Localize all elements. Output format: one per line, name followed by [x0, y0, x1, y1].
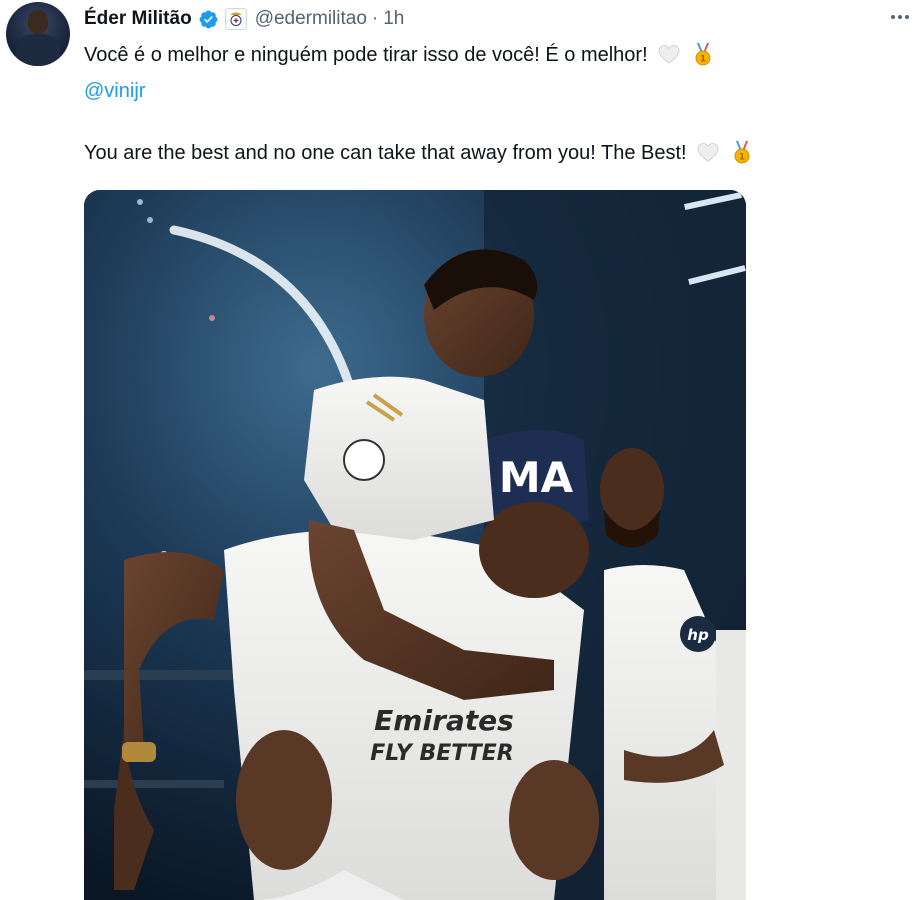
more-horizontal-icon[interactable]: [890, 10, 910, 24]
real-madrid-crest-icon[interactable]: [224, 8, 247, 30]
mention-link[interactable]: @vinijr: [84, 80, 145, 102]
gold-medal-icon: 1: [691, 42, 715, 66]
tweet-header: Éder Militão @edermilitao · 1h: [84, 6, 404, 32]
tweet-text-english-line: You are the best and no one can take tha…: [84, 140, 754, 166]
white-heart-icon: [696, 140, 720, 164]
white-heart-icon: [657, 42, 681, 66]
stage-rail: [84, 780, 224, 788]
author-display-name[interactable]: Éder Militão: [84, 8, 192, 30]
svg-text:1: 1: [739, 153, 745, 163]
svg-text:hp: hp: [687, 626, 709, 644]
header-separator: ·: [371, 8, 379, 29]
bokeh-light: [147, 217, 153, 223]
svg-text:1: 1: [700, 55, 706, 65]
tweet-text-portuguese: Você é o melhor e ninguém pode tirar iss…: [84, 44, 648, 66]
headband-text: MA: [499, 453, 574, 502]
author-handle[interactable]: @edermilitao: [255, 8, 367, 30]
verified-badge-icon: [198, 9, 219, 30]
avatar-head-shape: [28, 10, 48, 34]
tweet-text-english: You are the best and no one can take tha…: [84, 142, 687, 164]
bokeh-light: [137, 199, 143, 205]
bokeh-light: [209, 315, 215, 321]
avatar-body-shape: [16, 34, 60, 66]
jersey-sponsor: Emirates: [374, 704, 514, 737]
tweet-text-portuguese-line: Você é o melhor e ninguém pode tirar iss…: [84, 42, 715, 68]
author-avatar[interactable]: [6, 2, 70, 66]
photo-illustration: hp MA Emirates FLY BETTER: [84, 190, 746, 900]
mention-line: @vinijr: [84, 78, 145, 104]
tweet[interactable]: Éder Militão @edermilitao · 1h Você é o …: [0, 0, 913, 900]
stage-rail: [84, 670, 244, 680]
tweet-media-photo[interactable]: hp MA Emirates FLY BETTER: [84, 190, 746, 900]
tweet-timestamp[interactable]: 1h: [383, 8, 404, 30]
gold-medal-icon: 1: [730, 140, 754, 164]
jersey-slogan: FLY BETTER: [370, 741, 514, 766]
wristwatch: [122, 742, 156, 762]
